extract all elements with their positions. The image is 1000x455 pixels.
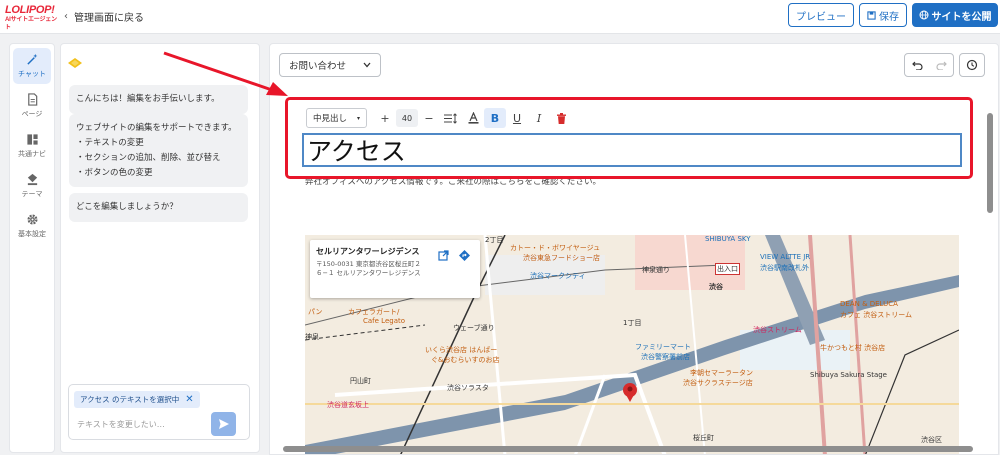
layout-icon	[26, 134, 38, 145]
map-label: 桜丘町	[693, 434, 714, 442]
map-label: SHIBUYA SKY	[705, 235, 751, 243]
rail-label: チャット	[18, 70, 46, 78]
map-label: Cafe Legato	[363, 317, 406, 325]
rail-item-common-nav[interactable]: 共通ナビ	[13, 128, 51, 164]
rail-item-page[interactable]: ページ	[13, 88, 51, 124]
rail-label: 共通ナビ	[18, 150, 46, 158]
chat-input-placeholder[interactable]: テキストを変更したい…	[77, 419, 165, 430]
magic-wand-icon	[26, 53, 37, 65]
map-label: ウェーブ通り	[453, 324, 495, 332]
undo-redo-group	[904, 53, 954, 77]
chat-message: ウェブサイトの編集をサポートできます。 ・テキストの変更 ・セクションの追加、削…	[69, 114, 248, 187]
rail-label: 基本設定	[18, 230, 46, 238]
map-label: DEAN & DELUCA	[840, 300, 898, 308]
map-label: 出入口	[715, 263, 740, 275]
map-label: 円山町	[350, 377, 371, 385]
map-label: 神泉	[305, 333, 319, 341]
paint-bucket-icon	[27, 173, 37, 186]
save-button[interactable]: 保存	[859, 3, 907, 27]
chevron-left-icon: ‹	[64, 11, 68, 22]
map-label: 渋谷ソラスタ	[447, 384, 489, 392]
map-label: 渋谷道玄坂上	[327, 401, 369, 409]
map-label: ぐ&おむらいすのお店	[431, 356, 500, 364]
map-label: 渋谷警察署前店	[641, 353, 690, 361]
gear-icon	[26, 214, 38, 225]
selection-chip: アクセス のテキストを選択中 ✕	[74, 391, 200, 408]
chevron-down-icon	[363, 62, 371, 68]
send-button[interactable]	[211, 412, 236, 436]
ai-assistant-icon	[68, 58, 82, 68]
map-label: カフェラガート/	[348, 308, 400, 316]
map-label: 渋谷東急フードショー店	[523, 254, 600, 262]
page-icon	[27, 93, 37, 106]
rail-label: ページ	[21, 110, 43, 118]
globe-icon	[919, 10, 928, 20]
rail-item-settings[interactable]: 基本設定	[13, 208, 51, 244]
rail-item-chat[interactable]: チャット	[13, 48, 51, 84]
map-label: 渋谷マークシティ	[530, 272, 586, 280]
logo-main: LOLIPOP!	[5, 4, 55, 16]
map-label: 2丁目	[485, 236, 504, 244]
map-card-address: 〒150-0031 東京都渋谷区桜丘町２６−１ セルリアンタワーレジデンス	[316, 260, 421, 277]
map-label: カフェ 渋谷ストリーム	[840, 311, 913, 319]
map-info-card: セルリアンタワーレジデンス 〒150-0031 東京都渋谷区桜丘町２６−１ セル…	[310, 240, 480, 298]
annotation-highlight-box	[285, 97, 973, 179]
top-bar: LOLIPOP! AIサイトエージェント ‹ 管理画面に戻る プレビュー 保存 …	[0, 0, 1000, 34]
page-select-value: お問い合わせ	[289, 61, 347, 72]
map-label: 渋谷	[709, 283, 723, 291]
map-label: カトー・ド・ボワイヤージュ	[510, 244, 601, 252]
map-label: パン	[308, 308, 323, 316]
map-label: Shibuya Sakura Stage	[810, 371, 887, 379]
map-label: 渋谷区	[921, 436, 942, 444]
logo-sub: AIサイトエージェント	[5, 17, 57, 31]
logo[interactable]: LOLIPOP! AIサイトエージェント	[5, 5, 60, 32]
map-label: いくら渋谷店 はんばー	[425, 346, 498, 354]
preview-button[interactable]: プレビュー	[788, 3, 854, 27]
left-nav-rail: チャット ページ 共通ナビ テーマ 基本設定	[9, 43, 55, 453]
publish-site-button[interactable]: サイトを公開	[912, 3, 998, 27]
map-label: VIEW ALTTE JR	[760, 253, 811, 261]
redo-icon[interactable]	[935, 60, 947, 70]
map-label: 李朝セマーラータン	[690, 369, 753, 377]
directions-icon[interactable]	[459, 250, 470, 261]
chat-message: どこを編集しましょうか？	[69, 193, 248, 222]
map-label: 1丁目	[623, 319, 642, 327]
save-icon	[867, 10, 876, 20]
preview-label: プレビュー	[796, 11, 846, 23]
back-label: 管理画面に戻る	[74, 13, 144, 24]
send-icon	[218, 419, 229, 429]
rail-item-theme[interactable]: テーマ	[13, 168, 51, 204]
publish-label: サイトを公開	[931, 11, 992, 23]
external-link-icon[interactable]	[438, 250, 449, 261]
map-label: ファミリーマート	[635, 343, 691, 351]
vertical-scrollbar[interactable]	[987, 113, 993, 213]
map-label: 牛かつもと村 渋谷店	[820, 344, 886, 352]
back-to-admin-link[interactable]: ‹ 管理画面に戻る	[64, 9, 144, 24]
google-map[interactable]: セルリアンタワーレジデンス 〒150-0031 東京都渋谷区桜丘町２６−１ セル…	[305, 235, 959, 454]
undo-icon[interactable]	[911, 60, 923, 70]
history-icon	[966, 59, 978, 71]
rail-label: テーマ	[21, 190, 43, 198]
map-label: 神泉通り	[642, 266, 670, 274]
history-button[interactable]	[959, 53, 985, 77]
annotation-arrow	[163, 51, 288, 96]
selection-chip-label: アクセス のテキストを選択中	[80, 395, 180, 404]
horizontal-scrollbar[interactable]	[283, 446, 973, 452]
map-label: 渋谷ストリーム	[753, 326, 802, 334]
map-label: 渋谷駅南改札外	[760, 264, 809, 272]
chat-input-box[interactable]: アクセス のテキストを選択中 ✕ テキストを変更したい…	[68, 384, 250, 440]
close-icon[interactable]: ✕	[185, 394, 193, 405]
save-label: 保存	[879, 11, 899, 23]
map-label: 渋谷サクラステージ店	[683, 379, 753, 387]
chat-panel: こんにちは！編集をお手伝いします。 ウェブサイトの編集をサポートできます。 ・テ…	[60, 43, 260, 453]
